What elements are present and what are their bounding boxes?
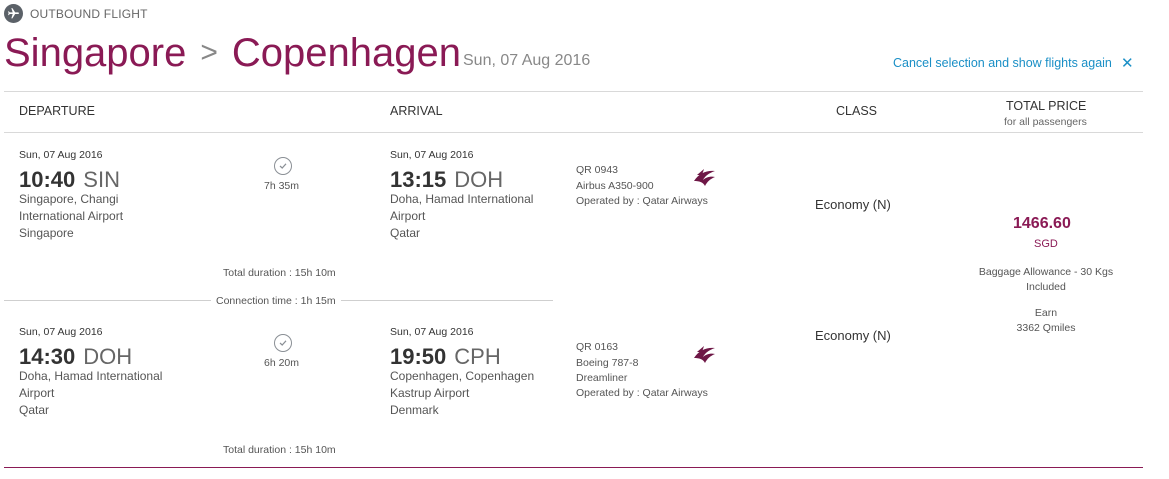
arrival-airport-code: DOH — [454, 167, 504, 192]
departure-country: Qatar — [19, 403, 50, 417]
arrival-date: Sun, 07 Aug 2016 — [390, 149, 474, 161]
departure-time: 10:40 — [19, 167, 76, 192]
column-header-total-price: TOTAL PRICE — [1006, 99, 1087, 113]
departure-airport-code: DOH — [83, 344, 133, 369]
total-duration: Total duration : 15h 10m — [223, 444, 336, 456]
arrival-airport: Doha, Hamad International Airport Qatar — [390, 191, 555, 242]
departure-airport: Doha, Hamad International Airport Qatar — [19, 368, 184, 419]
route-separator: > — [200, 36, 218, 69]
operated-by: Operated by : Qatar Airways — [576, 195, 708, 207]
arrival-time-block: 13:15 DOH — [390, 167, 503, 193]
clock-icon — [274, 334, 292, 352]
departure-airport: Singapore, Changi International Airport … — [19, 191, 184, 242]
airline-logo-icon — [691, 344, 717, 364]
route-title: Singapore > Copenhagen — [4, 29, 461, 81]
flight-number: QR 0163 — [576, 341, 619, 353]
outbound-label: OUTBOUND FLIGHT — [30, 7, 148, 21]
arrival-date: Sun, 07 Aug 2016 — [390, 326, 474, 338]
arrival-time: 19:50 — [390, 344, 447, 369]
bottom-divider — [4, 467, 1143, 468]
departure-date: Sun, 07 Aug 2016 — [19, 326, 103, 338]
baggage-allowance: Baggage Allowance - 30 Kgs Included — [978, 266, 1114, 293]
column-header-departure: DEPARTURE — [19, 104, 95, 118]
plane-icon — [4, 4, 23, 23]
class-value: Economy (N) — [815, 328, 891, 343]
arrival-country: Qatar — [390, 226, 421, 240]
departure-time-block: 10:40 SIN — [19, 167, 120, 193]
departure-airport-name: Singapore, Changi International Airport — [19, 192, 124, 223]
arrival-airport-code: CPH — [454, 344, 501, 369]
price-currency: SGD — [1034, 238, 1058, 250]
route-date: Sun, 07 Aug 2016 — [463, 52, 591, 69]
departure-airport-name: Doha, Hamad International Airport — [19, 369, 163, 400]
operated-by: Operated by : Qatar Airways — [576, 387, 708, 399]
arrival-time-block: 19:50 CPH — [390, 344, 501, 370]
arrival-country: Denmark — [390, 403, 439, 417]
arrival-time: 13:15 — [390, 167, 447, 192]
connection-time: Connection time : 1h 15m — [211, 295, 341, 307]
departure-airport-code: SIN — [83, 167, 120, 192]
arrival-airport-name: Doha, Hamad International Airport — [390, 192, 534, 223]
class-value: Economy (N) — [815, 197, 891, 212]
arrival-airport-name: Copenhagen, Copenhagen Kastrup Airport — [390, 369, 535, 400]
earn-qmiles: 3362 Qmiles — [1016, 322, 1076, 334]
total-duration: Total duration : 15h 10m — [223, 267, 336, 279]
departure-time: 14:30 — [19, 344, 76, 369]
departure-date: Sun, 07 Aug 2016 — [19, 149, 103, 161]
column-header-arrival: ARRIVAL — [390, 104, 443, 118]
arrival-airport: Copenhagen, Copenhagen Kastrup Airport D… — [390, 368, 555, 419]
destination-city: Copenhagen — [231, 31, 462, 75]
divider — [4, 91, 1143, 92]
total-price: 1466.60 — [1013, 215, 1071, 232]
departure-country: Singapore — [19, 226, 74, 240]
close-icon[interactable]: ✕ — [1121, 54, 1134, 72]
column-header-total-price-sub: for all passengers — [1004, 116, 1087, 128]
flight-details: QR 0163 Boeing 787-8 Dreamliner — [576, 340, 672, 387]
origin-city: Singapore — [4, 31, 187, 75]
segment-duration: 7h 35m — [264, 180, 300, 192]
aircraft-type: Boeing 787-8 Dreamliner — [576, 356, 639, 385]
airline-logo-icon — [691, 167, 717, 187]
column-header-class: CLASS — [836, 104, 877, 118]
earn-label: Earn — [1034, 307, 1058, 319]
cancel-selection-link[interactable]: Cancel selection and show flights again — [893, 56, 1112, 70]
divider — [4, 132, 1143, 133]
flight-operator: Operated by : Qatar Airways — [576, 386, 726, 402]
segment-duration: 6h 20m — [264, 357, 300, 369]
clock-icon — [274, 157, 292, 175]
departure-time-block: 14:30 DOH — [19, 344, 132, 370]
